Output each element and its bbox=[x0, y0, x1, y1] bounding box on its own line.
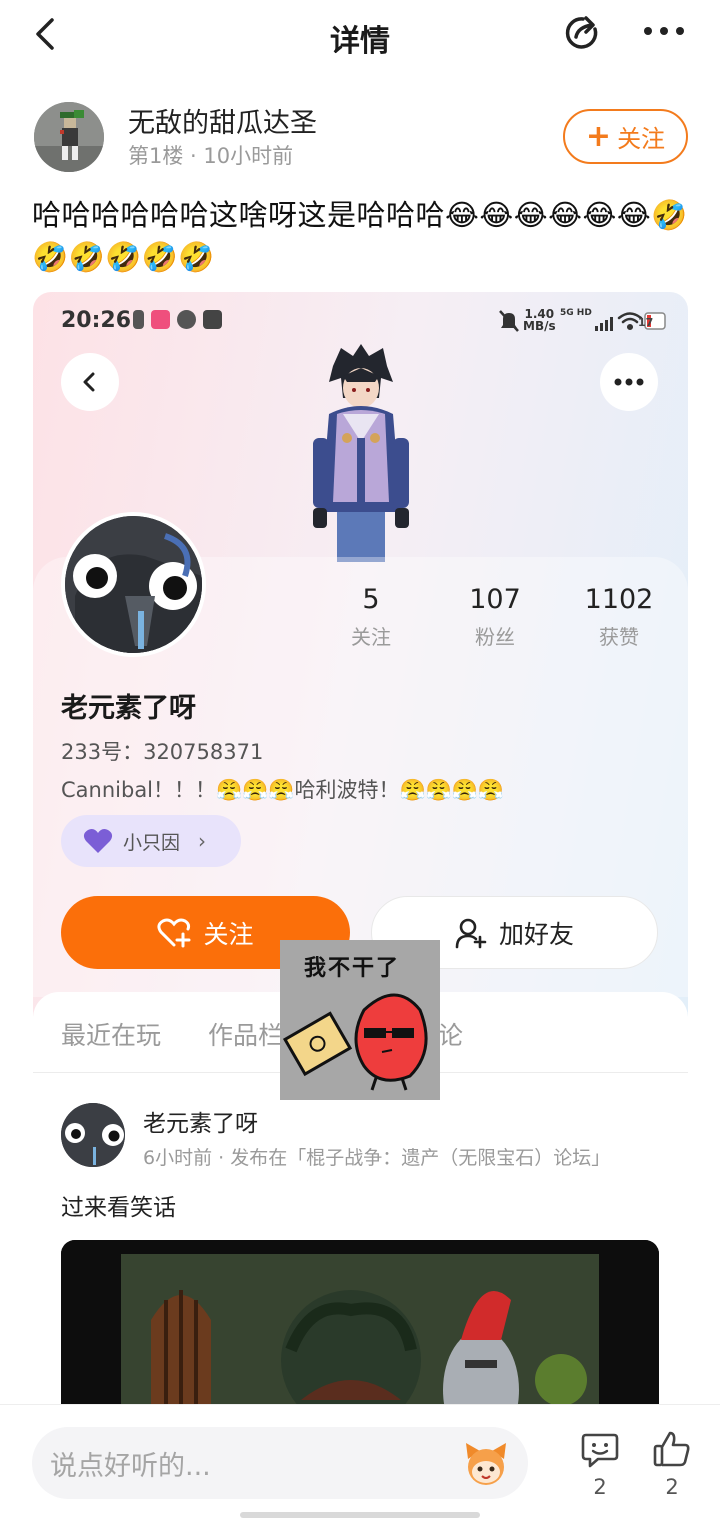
app-notification-icon bbox=[151, 310, 170, 329]
post-text: 过来看笑话 bbox=[61, 1195, 176, 1221]
avatar-character-figure bbox=[313, 344, 409, 562]
wechat-icon bbox=[177, 310, 196, 329]
mascot-emoji-icon[interactable] bbox=[462, 1439, 510, 1487]
profile-id: 233号：320758371 bbox=[61, 740, 264, 764]
floor-meta: 第1楼 · 10小时前 bbox=[128, 144, 294, 168]
post-author-avatar[interactable] bbox=[61, 1103, 125, 1167]
comment-input[interactable]: 说点好听的... bbox=[32, 1427, 528, 1499]
like-thumb-icon[interactable] bbox=[652, 1429, 692, 1469]
tab-works[interactable]: 作品栏 bbox=[208, 1016, 283, 1052]
profile-back-button[interactable] bbox=[61, 353, 119, 411]
status-bar-app-icons bbox=[133, 310, 222, 329]
back-arrow-icon bbox=[83, 372, 95, 392]
commenter-avatar[interactable] bbox=[34, 102, 104, 172]
profile-avatar-image bbox=[65, 516, 202, 653]
profile-name: 老元素了呀 bbox=[61, 693, 196, 724]
commenter-avatar-image bbox=[34, 102, 104, 172]
embedded-screenshot[interactable]: 20:26 1.40 MB/s 5G HD 17 5 关注 107 粉丝 110… bbox=[33, 292, 688, 1432]
tiktok-icon bbox=[203, 310, 222, 329]
home-indicator[interactable] bbox=[240, 1512, 480, 1518]
bottom-bar: 说点好听的... 2 2 bbox=[0, 1404, 720, 1520]
add-friend-label: 加好友 bbox=[498, 919, 574, 949]
commenter-username[interactable]: 无敌的甜瓜达圣 bbox=[128, 101, 317, 140]
profile-bio: Cannibal！！！😤😤😤哈利波特！😤😤😤😤 bbox=[61, 778, 505, 802]
comment-count: 2 bbox=[593, 1475, 607, 1499]
signal-icon bbox=[595, 317, 613, 331]
share-icon[interactable] bbox=[562, 12, 604, 54]
stat-likes[interactable]: 1102 获赞 bbox=[559, 584, 679, 650]
follow-button-label: 关注 bbox=[617, 125, 666, 153]
cp-chip[interactable]: 小只因 › bbox=[61, 815, 241, 867]
comment-icon[interactable] bbox=[580, 1429, 620, 1469]
profile-avatar[interactable] bbox=[61, 512, 206, 657]
heart-plus-icon bbox=[157, 918, 191, 947]
stat-following[interactable]: 5 关注 bbox=[311, 584, 431, 650]
network-type: 5G HD bbox=[560, 308, 592, 318]
more-options-icon bbox=[614, 378, 644, 386]
profile-more-button[interactable] bbox=[600, 353, 658, 411]
cp-chip-label: 小只因 bbox=[123, 831, 181, 854]
add-user-icon bbox=[455, 918, 487, 948]
more-options-icon[interactable] bbox=[640, 16, 688, 46]
post-author-name[interactable]: 老元素了呀 bbox=[143, 1104, 258, 1138]
top-bar: 详情 bbox=[0, 0, 720, 70]
follow-button[interactable]: + 关注 bbox=[563, 109, 688, 164]
mute-bell-icon bbox=[499, 310, 519, 332]
heart-icon bbox=[83, 829, 113, 853]
battery-level: 17 bbox=[638, 316, 654, 329]
post-meta: 6小时前 · 发布在「棍子战争：遗产（无限宝石）论坛」 bbox=[143, 1147, 611, 1169]
tab-recently-played[interactable]: 最近在玩 bbox=[61, 1016, 161, 1052]
profile-follow-label: 关注 bbox=[203, 919, 254, 949]
sim-icon bbox=[133, 310, 144, 329]
sticker-text: 我不干了 bbox=[304, 956, 401, 981]
post-author-avatar-image bbox=[61, 1103, 125, 1167]
chevron-right-icon: › bbox=[198, 829, 207, 853]
net-speed: 1.40 MB/s bbox=[523, 307, 556, 333]
sticker-image[interactable]: 我不干了 bbox=[280, 940, 440, 1100]
comment-text: 哈哈哈哈哈哈这啥呀这是哈哈哈😂😂😂😂😂😂🤣🤣🤣🤣🤣🤣 bbox=[32, 198, 688, 274]
page-title: 详情 bbox=[330, 24, 390, 59]
stat-fans[interactable]: 107 粉丝 bbox=[435, 584, 555, 650]
plus-icon: + bbox=[585, 118, 612, 154]
status-bar-time: 20:26 bbox=[61, 308, 132, 333]
like-count: 2 bbox=[665, 1475, 679, 1499]
